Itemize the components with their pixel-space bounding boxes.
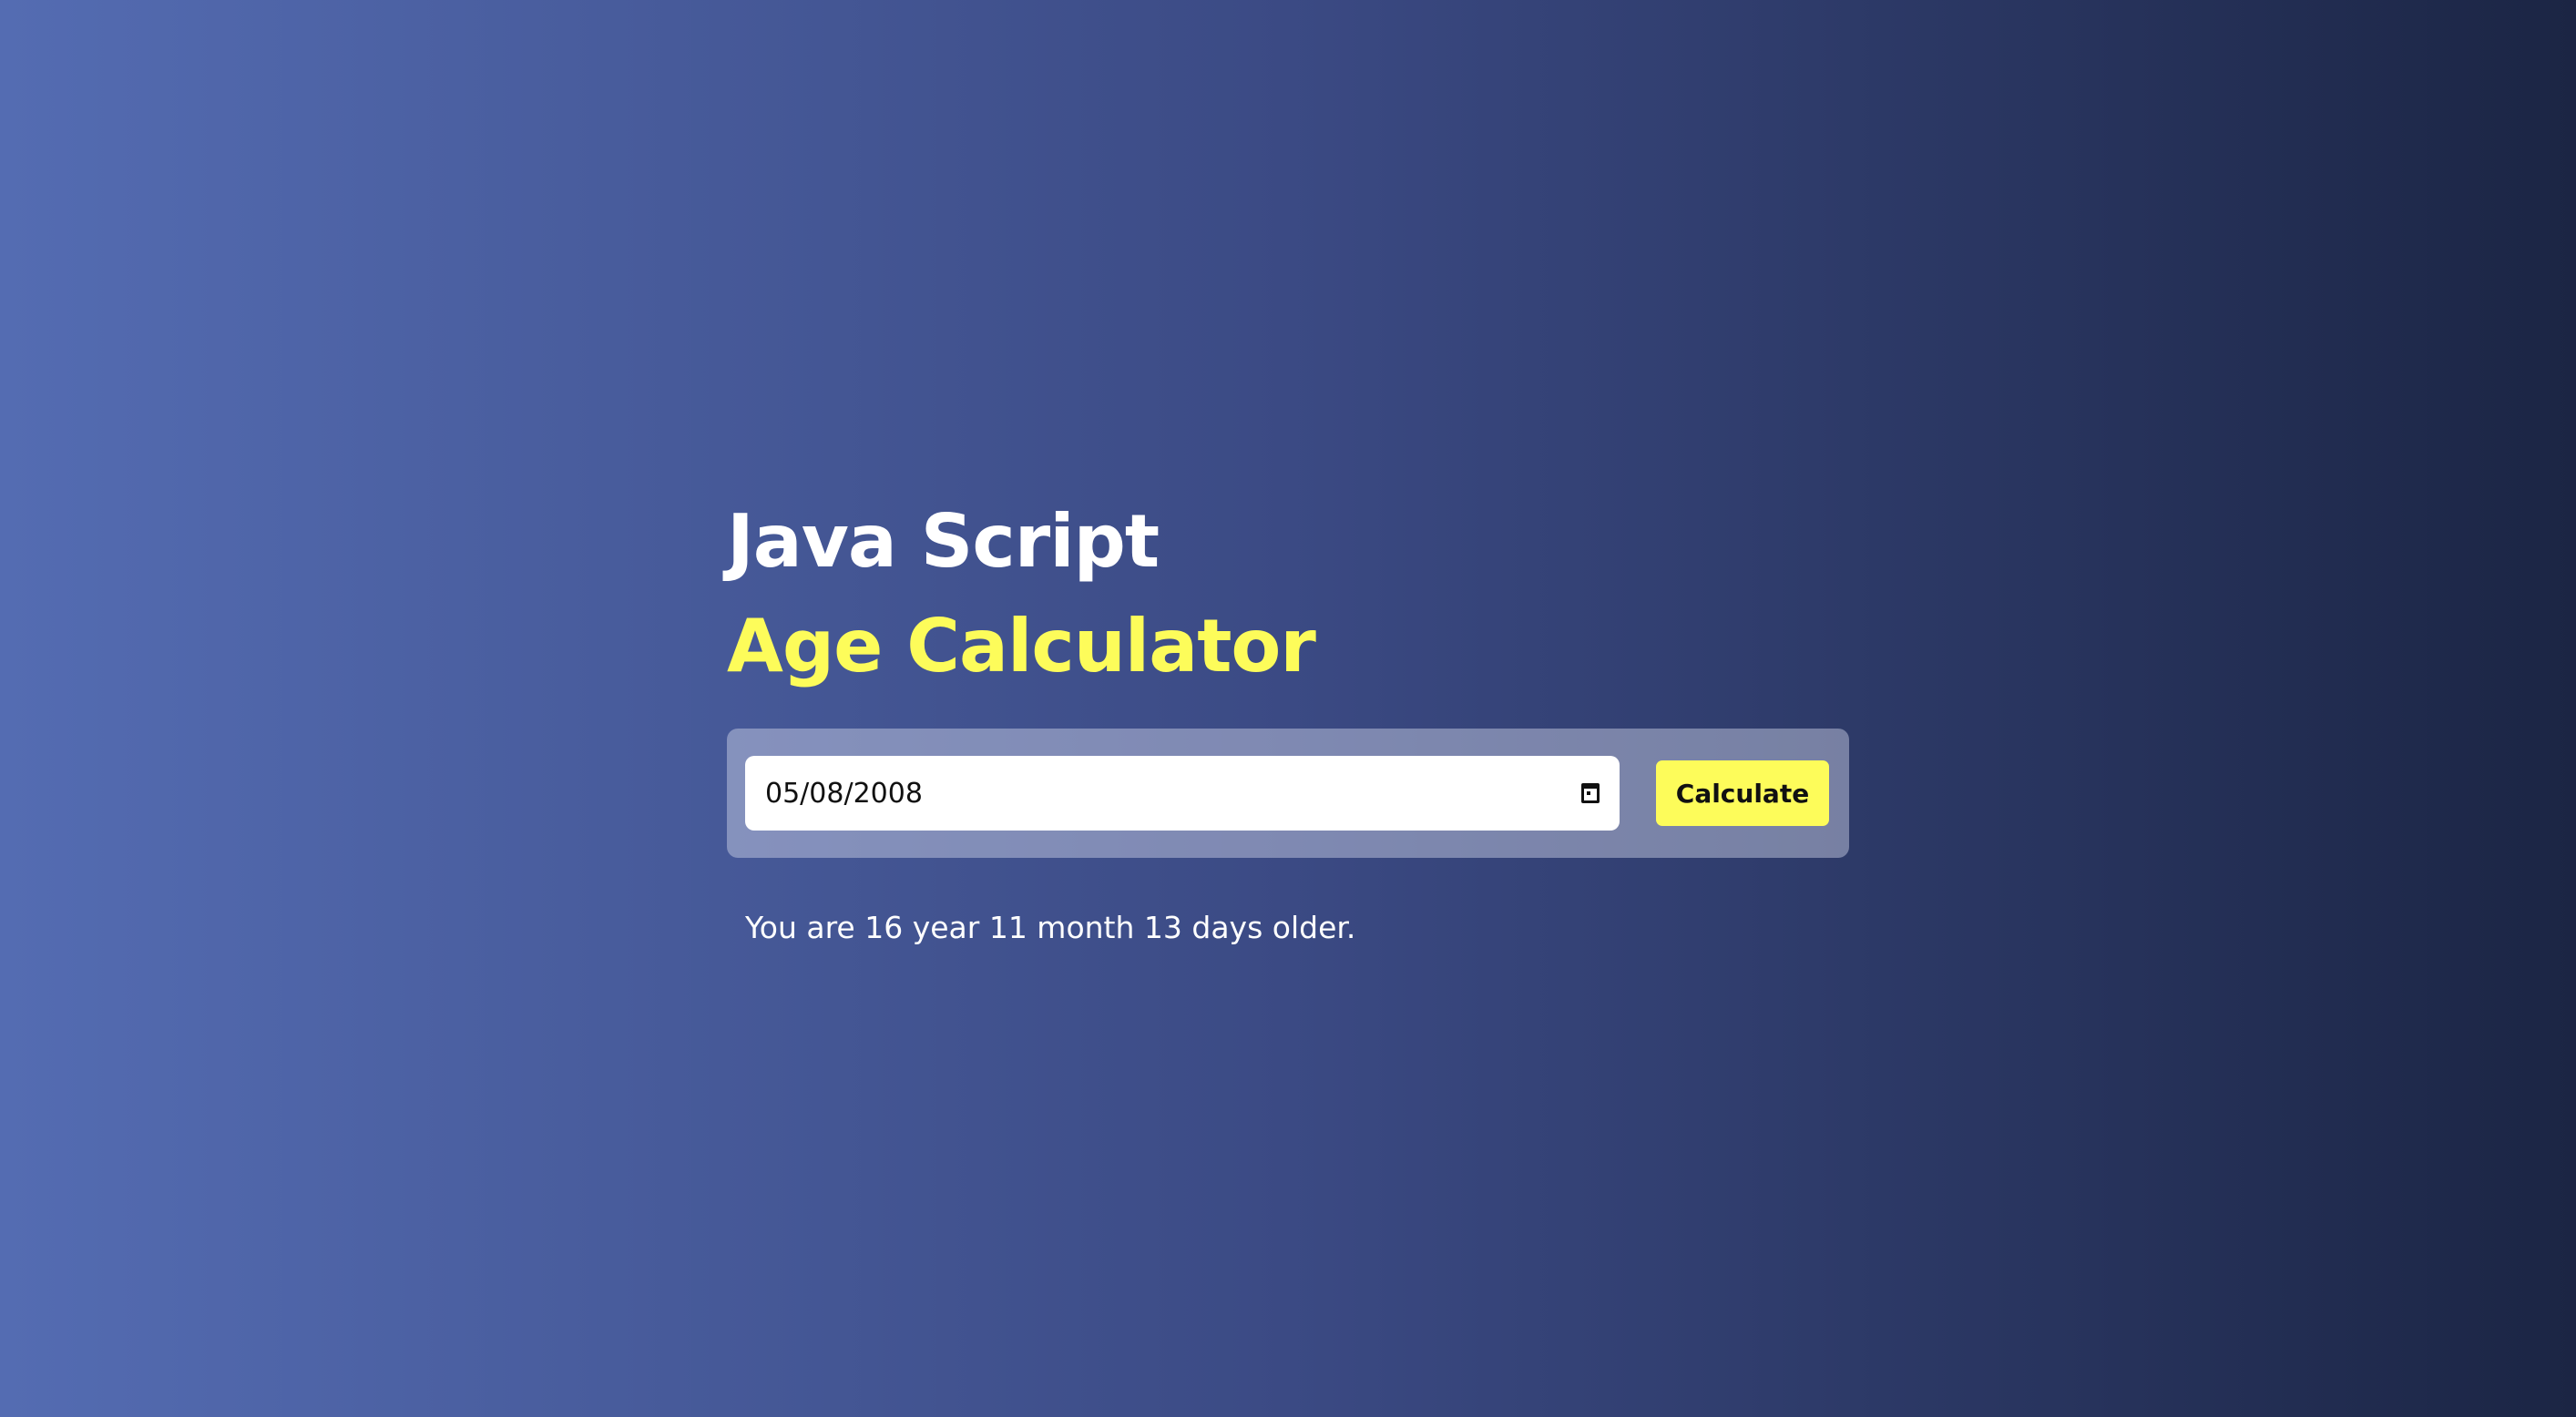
birthdate-value: 05/08/2008 [765,777,923,810]
calculate-button[interactable]: Calculate [1656,760,1829,826]
input-panel: 05/08/2008 Calculate [727,729,1849,858]
birthdate-input[interactable]: 05/08/2008 [745,756,1620,831]
result-text: You are 16 year 11 month 13 days older. [745,910,1356,945]
calendar-icon[interactable] [1581,783,1600,803]
page-title: Java Script [727,499,1160,584]
page-subtitle: Age Calculator [727,604,1316,688]
age-calculator-container: Java Script Age Calculator 05/08/2008 Ca… [727,496,1849,951]
